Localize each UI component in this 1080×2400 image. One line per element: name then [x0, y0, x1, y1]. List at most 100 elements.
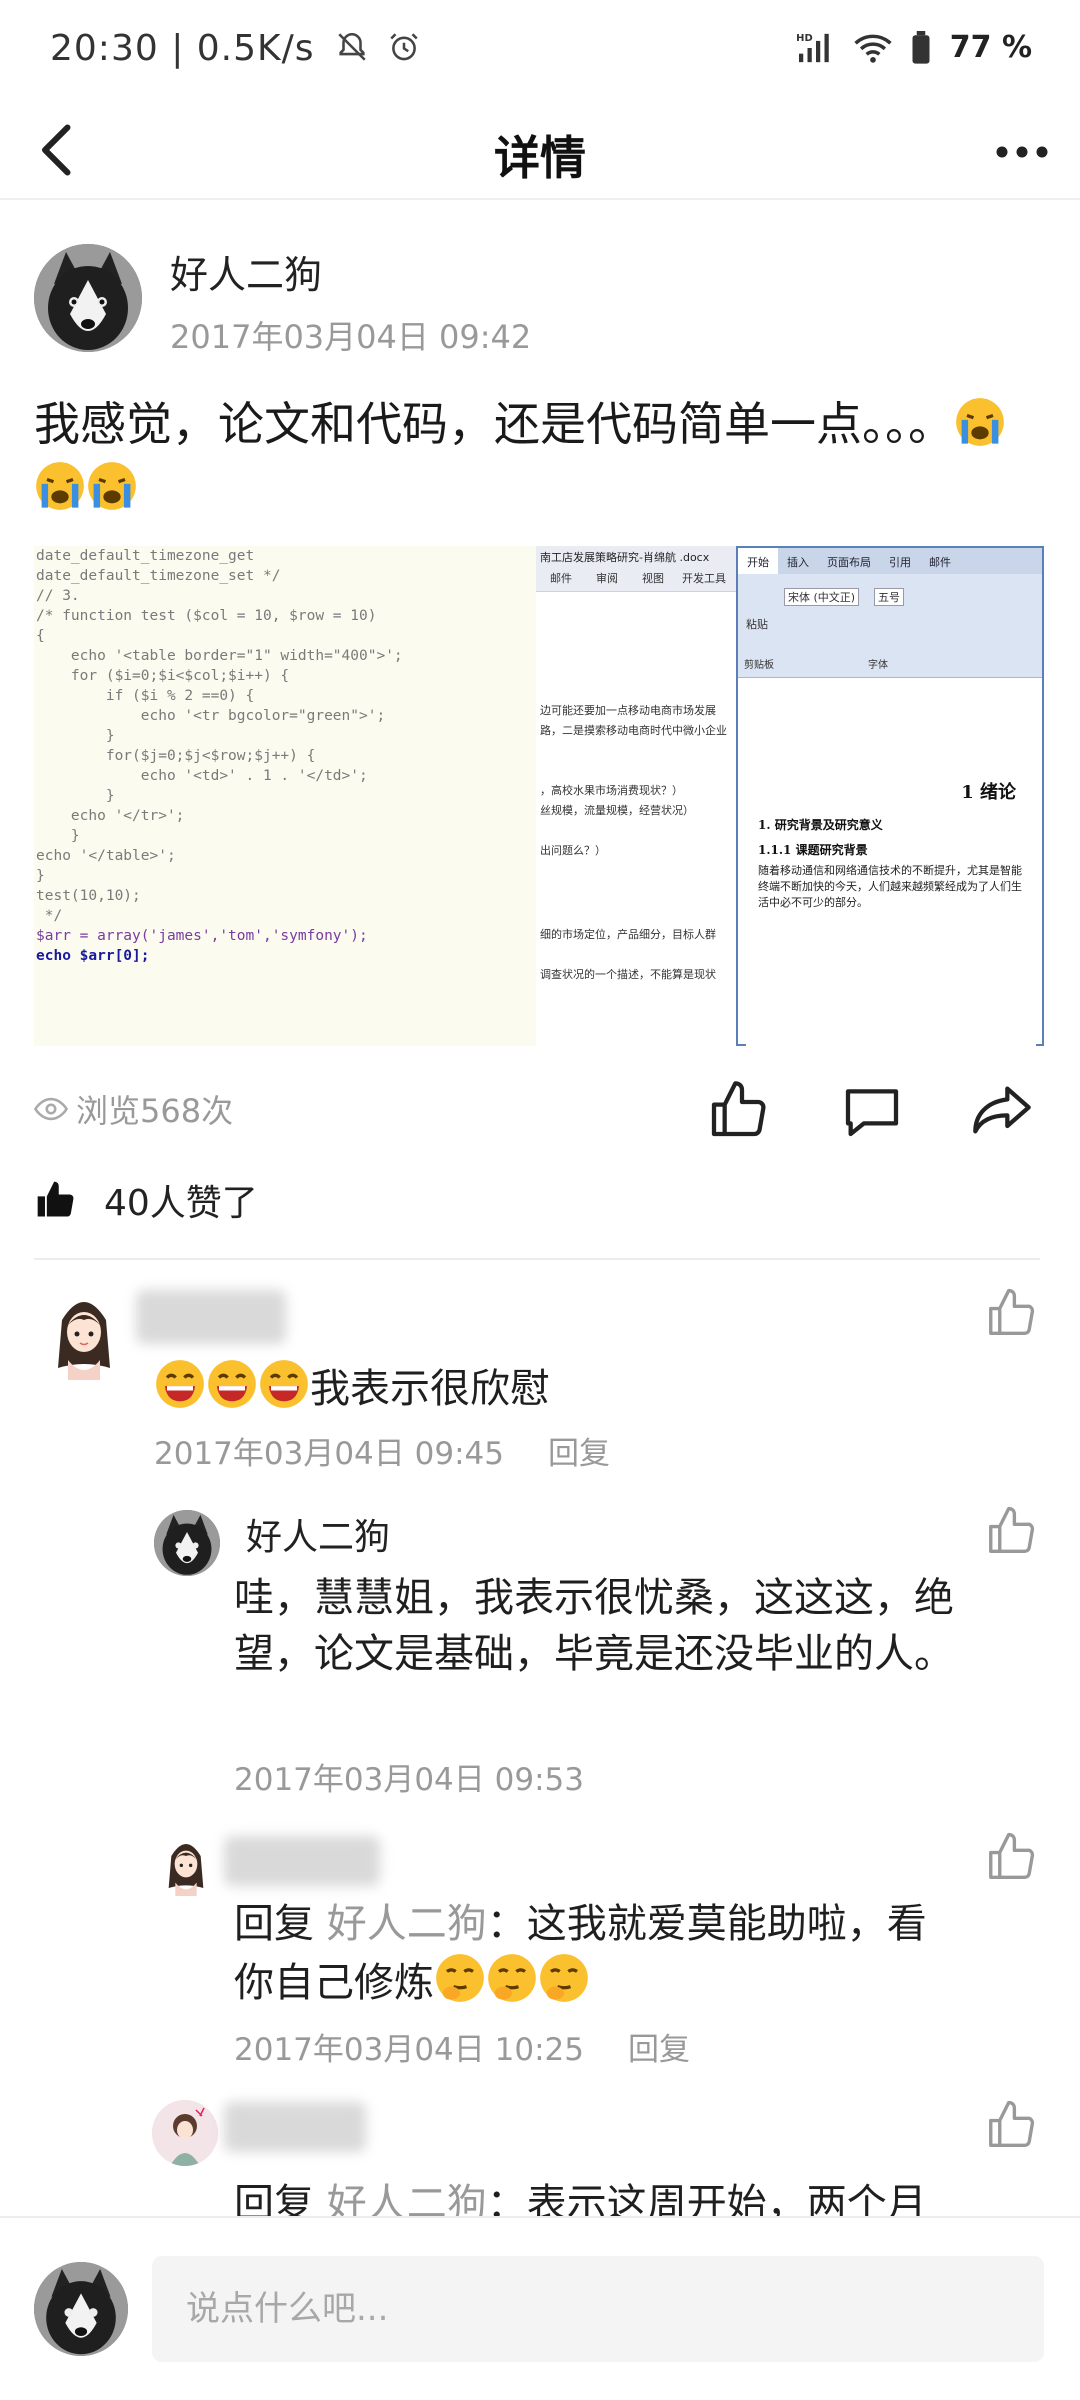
code-line: $arr = array('james','tom','symfony'); — [36, 928, 368, 944]
likes-count: 40人赞了 — [104, 1183, 258, 1224]
code-line: test(10,10); — [36, 888, 141, 904]
reply-button[interactable]: 回复 — [548, 1428, 610, 1473]
doc-menu-item: 视图 — [642, 572, 664, 585]
thinking-emoji-icon — [436, 1954, 484, 2002]
code-line: for ($i=0;$i<$col;$i++) { — [36, 668, 290, 684]
word-tab: 插入 — [787, 556, 809, 569]
reply-avatar[interactable] — [160, 1836, 212, 1896]
comment-button[interactable] — [840, 1078, 904, 1142]
likes-summary[interactable]: 40人赞了 — [34, 1170, 258, 1230]
doc-title-text: 南工店发展策略研究-肖绵航 .docx — [540, 551, 710, 564]
word-tab: 开始 — [738, 548, 778, 574]
grinning-emoji-icon — [208, 1360, 256, 1408]
reply-meta: 2017年03月04日 09:53 — [234, 1754, 584, 1799]
battery-level: 77 % — [949, 30, 1032, 65]
code-line: for($j=0;$j<$row;$j++) { — [36, 748, 316, 764]
word-clipboard-label: 剪贴板 — [744, 660, 774, 671]
doc-left-pane: 南工店发展策略研究-肖绵航 .docx 邮件 审阅 视图 开发工具 边可能还要加… — [536, 546, 736, 1046]
word-size-box: 五号 — [874, 588, 904, 606]
thumbs-up-icon — [711, 1081, 766, 1137]
post-content: 我感觉，论文和代码，还是代码简单一点。。。 — [34, 392, 1044, 520]
doc-paragraph: 随着移动通信和网络通信技术的不断提升，尤其是智能终端不断加快的今天，人们越来越频… — [758, 864, 1022, 909]
reply-prefix: 回复 — [234, 1901, 327, 1947]
code-line: echo '</table>'; — [36, 848, 176, 864]
doc-heading-3: 1.1.1 课题研究背景 — [758, 843, 868, 857]
commenter-avatar[interactable] — [48, 1290, 120, 1380]
code-line: { — [36, 628, 45, 644]
reply-button[interactable]: 回复 — [628, 2024, 690, 2069]
post-timestamp: 2017年03月04日 09:42 — [170, 318, 532, 356]
post-actions: 浏览568次 — [0, 1060, 1080, 1156]
status-icons: HD 77 % — [796, 30, 1032, 65]
share-button[interactable] — [970, 1078, 1034, 1142]
crying-emoji-icon — [88, 462, 136, 510]
alarm-icon — [390, 33, 419, 61]
comment-input-bar — [0, 2216, 1080, 2400]
post-image[interactable]: date_default_timezone_get date_default_ti… — [34, 546, 1044, 1046]
thumbs-up-icon — [989, 1288, 1035, 1335]
code-line: if ($i % 2 ==0) { — [36, 688, 255, 704]
doc-text-line: 细的市场定位，产品细分，目标人群 — [540, 928, 716, 941]
view-count-text: 浏览568次 — [76, 1092, 234, 1130]
share-arrow-icon — [973, 1086, 1031, 1134]
girl-avatar-image — [168, 1844, 204, 1896]
word-tab: 引用 — [889, 556, 911, 569]
reply-text: 回复 好人二狗：这我就爱莫能助啦，看你自己修炼 — [234, 1896, 954, 2011]
post-author-name[interactable]: 好人二狗 — [170, 244, 322, 299]
code-line: */ — [36, 908, 63, 924]
doc-heading-2: 1. 研究背景及研究意义 — [758, 818, 883, 832]
reply-like-button[interactable] — [984, 1504, 1038, 1558]
thumbs-up-filled-icon — [37, 1181, 74, 1217]
doc-menu-item: 邮件 — [550, 572, 572, 585]
more-dots-icon — [996, 146, 1048, 158]
doc-title-bar: 南工店发展策略研究-肖绵航 .docx 邮件 审阅 视图 开发工具 — [536, 546, 736, 592]
battery-icon — [912, 30, 930, 64]
reply-author-name[interactable]: 好人二狗 — [246, 1508, 390, 1560]
comment-text: 我表示很欣慰 — [154, 1358, 550, 1417]
svg-text:HD: HD — [796, 32, 813, 43]
comment-input[interactable] — [152, 2256, 1044, 2362]
thumbs-up-icon — [989, 2100, 1035, 2147]
more-button[interactable] — [992, 122, 1052, 182]
grinning-emoji-icon — [156, 1360, 204, 1408]
code-line: /* function test ($col = 10, $row = 10) — [36, 608, 377, 624]
code-line: echo '<td>' . 1 . '</td>'; — [36, 768, 368, 784]
doc-heading-1: 1 绪论 — [961, 782, 1016, 803]
reply-like-button[interactable] — [984, 1830, 1038, 1884]
thinking-emoji-icon — [540, 1954, 588, 2002]
comment-like-button[interactable] — [984, 1286, 1038, 1340]
doc-text-line: 路，二是摸索移动电商时代中微小企业 — [540, 724, 727, 737]
reply-target-name[interactable]: 好人二狗 — [327, 1901, 487, 1947]
doc-text-line: 边可能还要加一点移动电商市场发展 — [540, 704, 716, 717]
reply-avatar[interactable] — [152, 2100, 218, 2166]
status-bar: 20:30 | 0.5K/s HD 77 % — [0, 0, 1080, 100]
crying-emoji-icon — [956, 398, 1004, 446]
reply-name-blurred — [224, 1836, 380, 1886]
code-line: echo '<tr bgcolor="green">'; — [36, 708, 386, 724]
author-avatar[interactable] — [34, 244, 142, 352]
reply-avatar[interactable] — [154, 1510, 220, 1576]
code-line: } — [36, 728, 115, 744]
reply-like-button[interactable] — [984, 2098, 1038, 2152]
code-screenshot: date_default_timezone_get date_default_ti… — [34, 546, 536, 1046]
thinking-emoji-icon — [488, 1954, 536, 2002]
mute-bell-icon — [338, 32, 366, 61]
doc-menu-item: 审阅 — [596, 572, 618, 585]
doc-text-line: ，高校水果市场消费现状？） — [540, 784, 683, 797]
girl-avatar-image — [58, 1302, 110, 1380]
comment-body: 我表示很欣慰 — [310, 1366, 550, 1412]
word-window: 开始 插入 页面布局 引用 邮件 宋体 (中文正) 五号 粘贴 剪贴板 字体 1… — [736, 546, 1044, 1046]
like-button[interactable] — [706, 1078, 770, 1142]
comment-time: 2017年03月04日 09:45 — [154, 1436, 504, 1472]
doc-text-line: 出问题么？） — [540, 844, 606, 857]
thumbs-up-icon — [989, 1832, 1035, 1879]
code-line: echo '<table border="1" width="400">'; — [36, 648, 403, 664]
word-tab: 页面布局 — [827, 556, 871, 569]
my-avatar[interactable] — [34, 2262, 128, 2356]
comment-bubble-icon — [845, 1089, 899, 1137]
code-line: echo $arr[0]; — [36, 948, 150, 964]
word-page: 1 绪论 1. 研究背景及研究意义 1.1.1 课题研究背景 随着移动通信和网络… — [746, 688, 1036, 1046]
doc-text-line: 丝规模，流量规模，经营状况） — [540, 804, 694, 817]
code-line: // 3. — [36, 588, 80, 604]
code-line: echo '</tr>'; — [36, 808, 185, 824]
